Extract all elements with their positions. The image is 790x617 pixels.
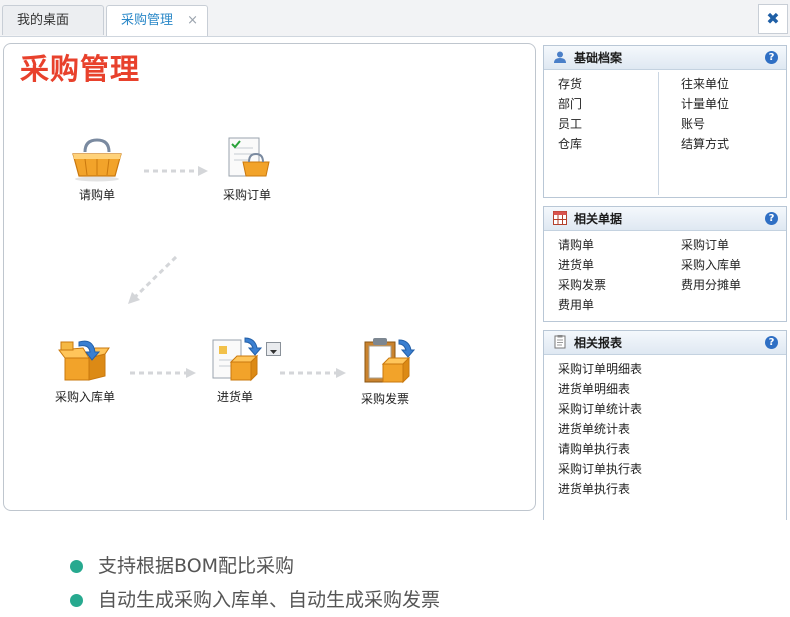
link-report-po-exec[interactable]: 采购订单执行表	[558, 459, 642, 479]
warehouse-receipt-icon	[58, 340, 110, 381]
purchase-order-icon	[228, 137, 270, 177]
link-expense-bill[interactable]: 费用单	[558, 295, 606, 315]
link-department[interactable]: 部门	[558, 94, 582, 114]
link-report-po-stats[interactable]: 采购订单统计表	[558, 399, 642, 419]
user-card-icon	[554, 51, 566, 63]
column-divider	[658, 72, 659, 195]
node-purchase-receipt[interactable]: 采购入库单	[40, 338, 130, 405]
feature-item: 自动生成采购入库单、自动生成采购发票	[70, 583, 440, 617]
tab-desktop[interactable]: 我的桌面	[2, 5, 104, 35]
link-report-pr-exec[interactable]: 请购单执行表	[558, 439, 642, 459]
panel-basic-records: 基础档案 ? 存货 部门 员工 仓库 往来单位 计量单位 账号 结算方式	[543, 45, 787, 198]
goods-receipt-dropdown-button[interactable]	[266, 342, 281, 356]
help-icon[interactable]: ?	[765, 212, 778, 225]
node-purchase-order[interactable]: 采购订单	[202, 136, 292, 203]
flow-arrow-down-left	[128, 255, 178, 304]
table-icon	[553, 211, 567, 225]
flow-arrow-right	[280, 368, 346, 378]
feature-text: 支持根据BOM配比采购	[98, 555, 295, 577]
link-settlement-method[interactable]: 结算方式	[681, 134, 729, 154]
link-employee[interactable]: 员工	[558, 114, 582, 134]
bullet-dot-icon	[70, 594, 83, 607]
panel-basic-records-title: 基础档案	[574, 51, 623, 65]
node-purchase-order-label: 采购订单	[222, 188, 271, 202]
link-report-po-detail[interactable]: 采购订单明细表	[558, 359, 642, 379]
panel-basic-records-header: 基础档案 ?	[544, 46, 786, 70]
help-icon[interactable]: ?	[765, 51, 778, 64]
page-title: 采购管理	[20, 52, 141, 86]
invoice-clipboard-icon	[364, 338, 415, 384]
link-unit[interactable]: 计量单位	[681, 94, 729, 114]
panel-related-reports-header: 相关报表 ?	[544, 331, 786, 355]
feature-text: 自动生成采购入库单、自动生成采购发票	[98, 589, 441, 611]
node-purchase-request-label: 请购单	[78, 188, 115, 202]
tab-bar: 我的桌面 采购管理 × ✖	[0, 0, 790, 37]
link-purchase-invoice[interactable]: 采购发票	[558, 275, 606, 295]
node-purchase-invoice-label: 采购发票	[360, 392, 409, 406]
tab-purchase-management-label: 采购管理	[121, 13, 174, 28]
link-purchase-request[interactable]: 请购单	[558, 235, 606, 255]
link-purchase-receipt[interactable]: 采购入库单	[681, 255, 741, 275]
link-purchase-order[interactable]: 采购订单	[681, 235, 741, 255]
link-report-gr-stats[interactable]: 进货单统计表	[558, 419, 642, 439]
feature-list: 支持根据BOM配比采购 自动生成采购入库单、自动生成采购发票	[70, 549, 440, 617]
close-all-tabs-button[interactable]: ✖	[758, 4, 788, 34]
panel-related-reports: 相关报表 ? 采购订单明细表 进货单明细表 采购订单统计表 进货单统计表 请购单…	[543, 330, 787, 520]
link-expense-allocation[interactable]: 费用分摊单	[681, 275, 741, 295]
panel-related-documents-header: 相关单据 ?	[544, 207, 786, 231]
report-icon	[554, 335, 566, 349]
flow-arrow-right	[144, 166, 208, 176]
panel-related-documents: 相关单据 ? 请购单 进货单 采购发票 费用单 采购订单 采购入库单 费用分摊单	[543, 206, 787, 322]
node-purchase-receipt-label: 采购入库单	[54, 390, 115, 404]
link-inventory[interactable]: 存货	[558, 74, 582, 94]
link-report-gr-detail[interactable]: 进货单明细表	[558, 379, 642, 399]
link-partner[interactable]: 往来单位	[681, 74, 729, 94]
basket-icon	[72, 138, 122, 182]
workflow-card: 采购管理 请购单 采购订单 采购入库单 进货单 采购发票	[3, 43, 536, 511]
bullet-dot-icon	[70, 560, 83, 573]
node-purchase-request[interactable]: 请购单	[52, 138, 142, 203]
node-goods-receipt-label: 进货单	[216, 390, 253, 404]
chevron-down-icon	[270, 350, 277, 354]
panel-related-documents-title: 相关单据	[574, 212, 623, 226]
tab-close-icon[interactable]: ×	[187, 6, 198, 36]
panel-related-reports-title: 相关报表	[574, 336, 623, 350]
node-purchase-invoice[interactable]: 采购发票	[340, 336, 430, 407]
feature-item: 支持根据BOM配比采购	[70, 549, 440, 583]
link-account[interactable]: 账号	[681, 114, 729, 134]
tab-desktop-label: 我的桌面	[17, 13, 70, 28]
link-goods-receipt[interactable]: 进货单	[558, 255, 606, 275]
goods-receipt-icon	[212, 337, 263, 382]
flow-arrow-right	[130, 368, 196, 378]
help-icon[interactable]: ?	[765, 336, 778, 349]
tab-purchase-management[interactable]: 采购管理 ×	[106, 5, 208, 36]
link-warehouse[interactable]: 仓库	[558, 134, 582, 154]
link-report-gr-exec[interactable]: 进货单执行表	[558, 479, 642, 499]
